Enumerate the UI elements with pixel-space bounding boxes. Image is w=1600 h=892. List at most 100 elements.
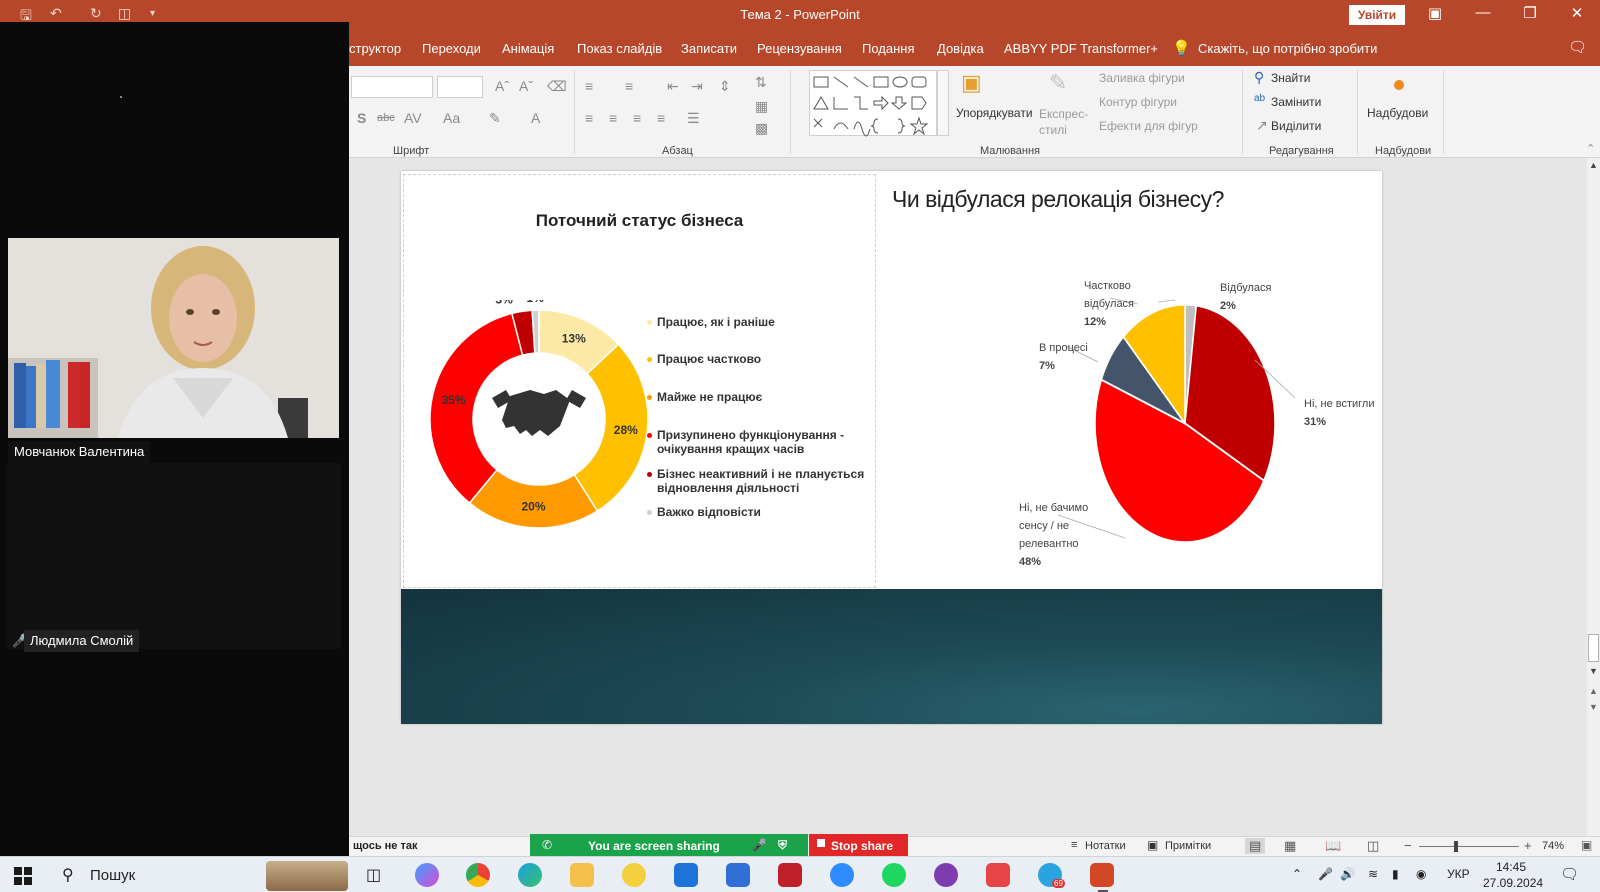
zoom-slider[interactable]: [1419, 846, 1519, 847]
shapes-gallery[interactable]: [809, 70, 937, 137]
zoom-slider-thumb[interactable]: [1454, 841, 1458, 852]
decrease-indent-icon[interactable]: ⇤: [667, 78, 679, 95]
line-spacing-icon[interactable]: ⇕: [719, 78, 731, 95]
mic-icon[interactable]: 🎤: [752, 838, 767, 852]
scroll-up-icon[interactable]: ▲: [1589, 160, 1598, 170]
microphone-icon[interactable]: 🎤: [1318, 867, 1333, 881]
participant-video[interactable]: [8, 238, 339, 438]
ribbon-display-icon[interactable]: ▣: [1420, 4, 1450, 22]
zoom-in-icon[interactable]: +: [1524, 838, 1532, 853]
text-direction-icon[interactable]: ⇅: [755, 74, 767, 91]
tab-record[interactable]: Записати: [681, 41, 737, 56]
volume-icon[interactable]: 🔊: [1340, 867, 1355, 881]
windows-start-icon[interactable]: [14, 867, 32, 885]
sharing-indicator[interactable]: ✆ You are screen sharing 🎤 ⛨: [530, 834, 808, 858]
close-icon[interactable]: ✕: [1562, 4, 1592, 22]
file-explorer-icon[interactable]: [570, 863, 594, 887]
mail-icon[interactable]: [674, 863, 698, 887]
shape-effects-button[interactable]: Ефекти для фігур: [1099, 119, 1198, 133]
sticky-notes-icon[interactable]: [622, 863, 646, 887]
replace-button[interactable]: Замінити: [1271, 95, 1321, 109]
notifications-icon[interactable]: 🗨: [1560, 865, 1579, 883]
arrange-button[interactable]: Упорядкувати: [956, 106, 1033, 120]
change-case-icon[interactable]: Aa: [443, 110, 460, 126]
powerpoint-icon[interactable]: [1090, 863, 1114, 887]
shape-fill-button[interactable]: Заливка фігури: [1099, 71, 1185, 85]
zoom-level[interactable]: 74%: [1542, 840, 1564, 852]
find-button[interactable]: Знайти: [1271, 71, 1310, 85]
clear-format-icon[interactable]: ⌫: [547, 78, 567, 95]
tab-slideshow[interactable]: Показ слайдів: [577, 41, 662, 56]
task-view-icon[interactable]: ◫: [366, 865, 381, 885]
tab-animations[interactable]: Анімація: [502, 41, 554, 56]
tab-view[interactable]: Подання: [862, 41, 915, 56]
network-icon[interactable]: ◉: [1416, 867, 1426, 881]
reading-view-icon[interactable]: 📖: [1325, 838, 1341, 854]
shape-outline-button[interactable]: Контур фігури: [1099, 95, 1177, 109]
slideshow-view-icon[interactable]: ◫: [1367, 838, 1379, 854]
align-left-icon[interactable]: ≡: [585, 110, 593, 126]
highlight-icon[interactable]: ✎: [489, 110, 501, 127]
font-size-combo[interactable]: [437, 76, 483, 98]
numbering-icon[interactable]: ≡: [625, 78, 633, 94]
addins-button[interactable]: Надбудови: [1367, 106, 1428, 120]
anydesk-icon[interactable]: [986, 863, 1010, 887]
font-color-icon[interactable]: A: [531, 110, 540, 126]
scroll-thumb[interactable]: [1588, 634, 1599, 662]
next-slide-icon[interactable]: ▼: [1589, 702, 1598, 712]
language-indicator[interactable]: УКР: [1447, 867, 1470, 881]
abbyy-icon[interactable]: [778, 863, 802, 887]
vertical-scrollbar[interactable]: ▲ ▼ ▲ ▼: [1587, 158, 1600, 856]
char-spacing-icon[interactable]: AV: [404, 110, 422, 126]
font-name-combo[interactable]: [351, 76, 433, 98]
align-text-icon[interactable]: ▦: [755, 98, 768, 115]
collapse-ribbon-icon[interactable]: ⌃: [1586, 142, 1595, 155]
prev-slide-icon[interactable]: ▲: [1589, 686, 1598, 696]
align-center-icon[interactable]: ≡: [609, 110, 617, 126]
shadow-icon[interactable]: S: [357, 110, 366, 126]
stop-share-button[interactable]: Stop share: [809, 834, 908, 858]
fit-slide-icon[interactable]: ▣: [1581, 838, 1592, 852]
tell-me-input[interactable]: Скажіть, що потрібно зробити: [1198, 41, 1377, 56]
participant2-video[interactable]: [6, 463, 341, 649]
tab-abbyy[interactable]: ABBYY PDF Transformer+: [1004, 41, 1158, 56]
normal-view-icon[interactable]: ▤: [1245, 838, 1266, 854]
notes-button[interactable]: Нотатки: [1085, 840, 1126, 852]
align-right-icon[interactable]: ≡: [633, 110, 641, 126]
tab-help[interactable]: Довідка: [937, 41, 984, 56]
decrease-font-icon[interactable]: Aˇ: [519, 78, 533, 94]
battery-icon[interactable]: ▮: [1392, 867, 1399, 881]
restore-icon[interactable]: ❐: [1515, 4, 1545, 22]
select-button[interactable]: Виділити: [1271, 119, 1321, 133]
clock-time[interactable]: 14:45: [1496, 860, 1526, 874]
zoom-out-icon[interactable]: −: [1404, 838, 1412, 853]
bullets-icon[interactable]: ≡: [585, 78, 593, 94]
increase-font-icon[interactable]: Aˆ: [495, 78, 509, 94]
copilot-icon[interactable]: [415, 863, 439, 887]
slide-sorter-icon[interactable]: ▦: [1284, 838, 1296, 854]
wifi-icon[interactable]: ≋: [1368, 867, 1378, 881]
clock-date[interactable]: 27.09.2024: [1483, 876, 1543, 890]
increase-indent-icon[interactable]: ⇥: [691, 78, 703, 95]
justify-icon[interactable]: ≡: [657, 110, 665, 126]
tab-review[interactable]: Рецензування: [757, 41, 842, 56]
spotify-icon[interactable]: [882, 863, 906, 887]
columns-icon[interactable]: ☰: [687, 110, 700, 127]
quick-styles-button[interactable]: Експрес-стилі: [1039, 106, 1088, 138]
tray-chevron-icon[interactable]: ⌃: [1292, 867, 1302, 881]
tab-design[interactable]: структор: [349, 41, 401, 56]
zoom-app-icon[interactable]: [830, 863, 854, 887]
viber-icon[interactable]: [934, 863, 958, 887]
edge-icon[interactable]: [518, 863, 542, 887]
strikethrough-icon[interactable]: abc: [377, 112, 395, 124]
shapes-gallery-scroll[interactable]: [937, 70, 949, 136]
comments-icon[interactable]: 🗨: [1568, 38, 1587, 56]
scroll-down-icon[interactable]: ▼: [1589, 666, 1598, 676]
chrome-icon[interactable]: [466, 863, 490, 887]
signin-button[interactable]: Увійти: [1349, 5, 1405, 25]
search-icon[interactable]: ⚲: [62, 865, 74, 885]
comments-button[interactable]: Примітки: [1165, 840, 1211, 852]
smartart-icon[interactable]: ▩: [755, 120, 768, 137]
tab-transitions[interactable]: Переходи: [422, 41, 481, 56]
minimize-icon[interactable]: —: [1468, 4, 1498, 21]
